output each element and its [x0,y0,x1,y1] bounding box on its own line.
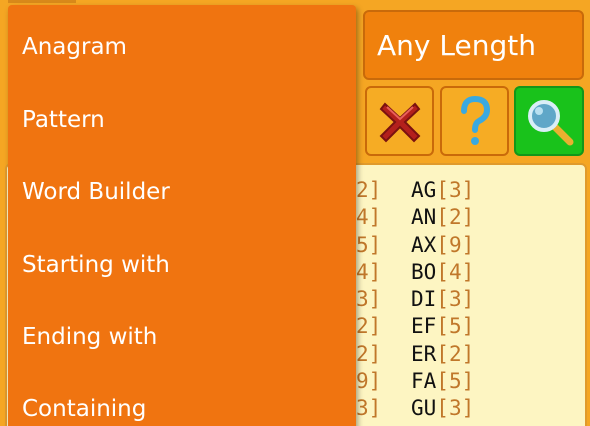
prev-count: 3] [356,287,382,312]
result-count: 3 [448,287,462,312]
list-item[interactable]: 5] AX[9] [356,232,486,259]
red-x-icon [379,102,420,143]
prev-count: 3] [356,396,382,421]
prev-count: 2] [356,178,382,202]
result-word: FA [411,369,437,394]
result-word: DI [411,287,437,312]
result-word: BO [411,259,437,284]
question-mark-icon [460,95,490,145]
length-select-value: Any Length [377,28,536,62]
length-select[interactable]: Any Length [363,10,584,80]
result-word: AX [411,232,437,257]
top-strip [8,0,76,3]
result-count: 9 [448,232,462,257]
prev-count: 4] [356,205,382,230]
prev-count: 2] [356,341,382,366]
result-word: EF [411,314,437,339]
menu-item-starting-with[interactable]: Starting with [8,229,356,301]
result-word: ER [411,341,437,366]
list-item[interactable]: 2] EF[5] [356,313,486,340]
result-count: 4 [448,259,462,284]
menu-item-ending-with[interactable]: Ending with [8,301,356,373]
list-item[interactable]: 3] DI[3] [356,286,486,313]
result-word: GU [411,396,437,421]
search-button[interactable] [514,86,584,156]
result-count: 2 [448,205,462,230]
magnifier-icon [528,100,574,146]
clear-button[interactable] [365,86,434,156]
prev-count: 2] [356,314,382,339]
list-item[interactable]: 9] FA[5] [356,368,486,395]
result-word: AN [411,205,437,230]
menu-item-anagram[interactable]: Anagram [8,11,356,83]
result-count: 5 [448,369,462,394]
result-count: 2 [448,341,462,366]
menu-item-word-builder[interactable]: Word Builder [8,156,356,228]
result-word: AG [411,178,437,202]
result-count: 5 [448,314,462,339]
result-count: 3 [448,178,462,202]
list-item[interactable]: 4] BO[4] [356,259,486,286]
list-item[interactable]: 2] AG[3] [356,177,486,204]
mode-dropdown-menu: Anagram Pattern Word Builder Starting wi… [8,5,356,426]
help-button[interactable] [440,86,509,156]
list-item[interactable]: 3] GU[3] [356,395,486,422]
prev-count: 5] [356,232,382,257]
menu-item-containing[interactable]: Containing [8,373,356,426]
list-item[interactable]: 2] ER[2] [356,341,486,368]
prev-count: 4] [356,259,382,284]
results-list: 2] AG[3] 4] AN[2] 5] AX[9] 4] BO[4] 3] DI[3] … [356,177,486,423]
result-count: 3 [448,396,462,421]
list-item[interactable]: 4] AN[2] [356,204,486,231]
prev-count: 9] [356,369,382,394]
menu-item-pattern[interactable]: Pattern [8,84,356,156]
